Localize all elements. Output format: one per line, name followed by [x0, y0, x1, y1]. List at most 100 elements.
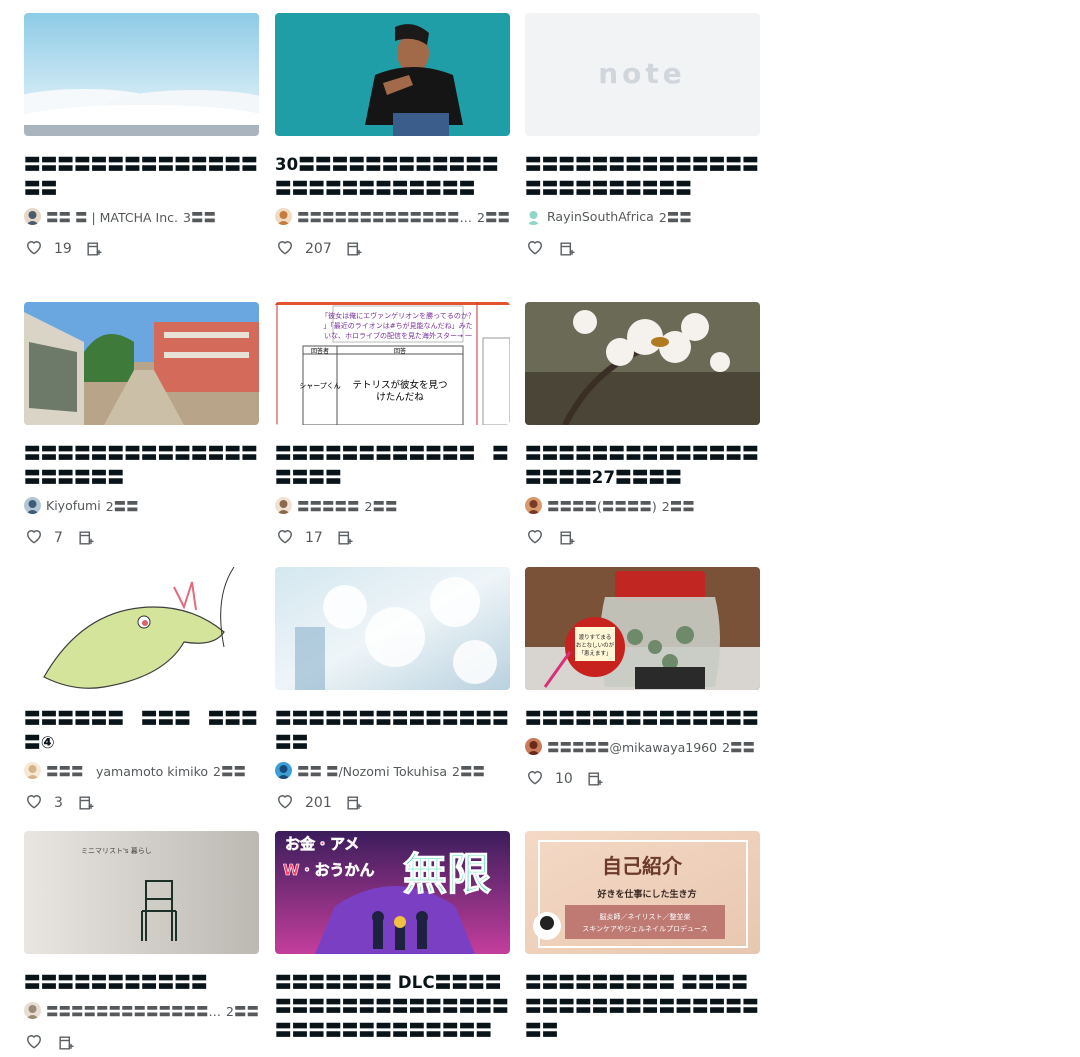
article-meta: 〓〓〓 yamamoto kimiko 2〓〓 [24, 760, 259, 780]
author-name[interactable]: 〓〓〓〓〓@mikawaya1960 [547, 737, 717, 756]
magazine-add-icon [344, 242, 364, 263]
author-name[interactable]: 〓〓〓〓〓〓〓〓〓〓〓〓〓〓〓〓 [46, 1001, 221, 1020]
article-card[interactable]: お金・アメ W・おうかん 無限 〓〓〓〓〓〓〓 DLC〓〓〓〓〓〓〓〓〓〓〓〓〓〓〓… [275, 831, 510, 1043]
avatar[interactable] [24, 207, 41, 225]
article-title[interactable]: 〓〓〓〓〓〓〓〓〓〓〓〓〓〓〓〓〓〓27〓〓〓〓 [525, 442, 760, 490]
article-thumbnail[interactable]: 「彼女は俺にエヴァンゲリオンを勝ってるのか？ 」「最近のライオンは#ちが見能なんだ… [275, 302, 510, 425]
like-button[interactable] [275, 237, 295, 261]
article-thumbnail[interactable] [275, 13, 510, 136]
heart-icon [525, 767, 545, 791]
like-button[interactable] [24, 1031, 44, 1055]
author-name[interactable]: 〓〓〓〓〓 [297, 496, 360, 515]
add-to-magazine-button[interactable] [557, 528, 577, 548]
avatar[interactable] [525, 737, 542, 755]
article-thumbnail[interactable]: 自己紹介 好きを仕事にした生き方 脳炎師／ネイリスト／整並楽 スキンケアやジェルネイル… [525, 831, 760, 954]
article-thumbnail[interactable] [275, 567, 510, 690]
magazine-add-icon [76, 531, 96, 552]
article-card[interactable]: 〓〓〓〓〓〓〓〓〓〓〓〓〓〓〓〓 〓〓 〓 | MATCHA Inc. 3〓〓 … [24, 13, 259, 261]
article-thumbnail[interactable]: お金・アメ W・おうかん 無限 [275, 831, 510, 954]
heart-icon [275, 237, 295, 261]
add-to-magazine-button[interactable] [557, 239, 577, 259]
like-button[interactable] [525, 237, 545, 261]
svg-text:おとなしいのが: おとなしいのが [576, 641, 615, 649]
heart-icon [24, 1031, 44, 1055]
article-title[interactable]: 〓〓〓〓〓〓〓〓〓〓〓〓〓〓〓〓 [275, 707, 510, 755]
article-card[interactable]: 〓〓〓〓〓〓〓〓〓〓〓〓〓〓〓〓〓〓〓〓 Kiyofumi 2〓〓 7 [24, 302, 259, 550]
article-title[interactable]: 〓〓〓〓〓〓〓〓〓〓〓 [24, 971, 259, 995]
author-name[interactable]: 〓〓 〓 | MATCHA Inc. [46, 207, 178, 226]
article-card[interactable]: 〓〓〓〓〓〓〓〓〓〓〓〓〓〓〓〓〓〓27〓〓〓〓 〓〓〓〓(〓〓〓〓) 2〓〓 [525, 302, 760, 550]
add-to-magazine-button[interactable] [344, 793, 364, 813]
article-meta: 〓〓〓〓〓〓〓〓〓〓〓〓〓〓〓〓〓〓〓〓〓〓〓〓T... 2〓〓 [275, 206, 510, 226]
svg-text:W・おうかん: W・おうかん [283, 861, 375, 879]
post-age: 2〓〓 [722, 739, 756, 755]
add-to-magazine-button[interactable] [344, 239, 364, 259]
add-to-magazine-button[interactable] [585, 769, 605, 789]
article-thumbnail[interactable] [525, 302, 760, 425]
author-name[interactable]: 〓〓〓〓〓〓〓〓〓〓〓〓〓〓〓〓〓〓〓〓〓〓〓〓T... [297, 207, 472, 226]
article-title[interactable]: 〓〓〓〓〓〓 〓〓〓 〓〓〓〓④ [24, 707, 259, 755]
article-thumbnail[interactable] [24, 567, 259, 690]
article-title[interactable]: 〓〓〓〓〓〓〓〓〓〓〓〓 〓〓〓〓〓 [275, 442, 510, 490]
avatar[interactable] [525, 496, 542, 514]
article-card[interactable]: 〓〓〓〓〓〓 〓〓〓 〓〓〓〓④ 〓〓〓 yamamoto kimiko 2〓〓… [24, 567, 259, 815]
like-button[interactable] [525, 526, 545, 550]
avatar[interactable] [24, 761, 41, 779]
add-to-magazine-button[interactable] [56, 1033, 76, 1053]
author-name[interactable]: 〓〓〓〓(〓〓〓〓) [547, 496, 657, 515]
author-name[interactable]: 〓〓〓 yamamoto kimiko [46, 761, 208, 780]
article-title[interactable]: 〓〓〓〓〓〓〓〓〓〓〓〓〓〓〓〓〓〓〓〓〓〓〓〓 [525, 153, 760, 201]
svg-text:回答: 回答 [394, 347, 406, 355]
author-name[interactable]: 〓〓 〓/Nozomi Tokuhisa [297, 761, 447, 780]
avatar[interactable] [275, 207, 292, 225]
article-title[interactable]: 〓〓〓〓〓〓〓〓〓〓〓〓〓〓〓〓 [24, 153, 259, 201]
avatar[interactable] [24, 1001, 41, 1019]
magazine-add-icon [76, 796, 96, 817]
article-card[interactable]: ミニマリスト's 暮らし 〓〓〓〓〓〓〓〓〓〓〓 〓〓〓〓〓〓〓〓〓〓〓〓〓〓〓… [24, 831, 259, 1055]
article-title[interactable]: 30〓〓〓〓〓〓〓〓〓〓〓〓〓〓〓〓〓〓〓〓〓〓〓〓 [275, 153, 510, 201]
article-thumbnail[interactable]: note [525, 13, 760, 136]
article-title[interactable]: 〓〓〓〓〓〓〓〓〓 〓〓〓〓〓〓〓〓〓〓〓〓〓〓〓〓〓〓〓〓 [525, 971, 760, 1043]
svg-text:お金・アメ: お金・アメ [285, 835, 359, 853]
add-to-magazine-button[interactable] [76, 528, 96, 548]
like-button[interactable] [24, 526, 44, 550]
like-button[interactable] [525, 767, 545, 791]
article-title[interactable]: 〓〓〓〓〓〓〓 DLC〓〓〓〓〓〓〓〓〓〓〓〓〓〓〓〓〓〓〓〓〓〓〓〓〓〓〓〓〓… [275, 971, 510, 1043]
article-card[interactable]: 30〓〓〓〓〓〓〓〓〓〓〓〓〓〓〓〓〓〓〓〓〓〓〓〓 〓〓〓〓〓〓〓〓〓〓〓〓〓… [275, 13, 510, 261]
add-to-magazine-button[interactable] [335, 528, 355, 548]
like-button[interactable] [275, 791, 295, 815]
article-title[interactable]: 〓〓〓〓〓〓〓〓〓〓〓〓〓〓〓〓〓〓〓〓 [24, 442, 259, 490]
article-meta: 〓〓 〓 | MATCHA Inc. 3〓〓 [24, 206, 259, 226]
article-meta: 〓〓 〓/Nozomi Tokuhisa 2〓〓 [275, 760, 510, 780]
article-thumbnail[interactable]: 渡りすてまる おとなしいのが 「恵えます」 [525, 567, 760, 690]
article-card[interactable]: note 〓〓〓〓〓〓〓〓〓〓〓〓〓〓〓〓〓〓〓〓〓〓〓〓 RayinSouth… [525, 13, 760, 261]
article-card[interactable]: 自己紹介 好きを仕事にした生き方 脳炎師／ネイリスト／整並楽 スキンケアやジェルネイル… [525, 831, 760, 1043]
magazine-add-icon [557, 242, 577, 263]
article-thumbnail[interactable] [24, 302, 259, 425]
article-actions: 7 [24, 526, 259, 550]
add-to-magazine-button[interactable] [84, 239, 104, 259]
article-title[interactable]: 〓〓〓〓〓〓〓〓〓〓〓〓〓〓 [525, 707, 760, 731]
avatar[interactable] [525, 207, 542, 225]
like-button[interactable] [24, 791, 44, 815]
author-name[interactable]: Kiyofumi [46, 498, 101, 513]
avatar[interactable] [24, 496, 41, 514]
post-age: 2〓〓 [364, 498, 398, 514]
like-button[interactable] [24, 237, 44, 261]
like-button[interactable] [275, 526, 295, 550]
avatar[interactable] [275, 761, 292, 779]
article-thumbnail[interactable]: ミニマリスト's 暮らし [24, 831, 259, 954]
article-meta: RayinSouthAfrica 2〓〓 [525, 206, 760, 226]
article-card[interactable]: 「彼女は俺にエヴァンゲリオンを勝ってるのか？ 」「最近のライオンは#ちが見能なんだ… [275, 302, 510, 550]
magazine-add-icon [557, 531, 577, 552]
article-card[interactable]: 渡りすてまる おとなしいのが 「恵えます」 〓〓〓〓〓〓〓〓〓〓〓〓〓〓 〓〓〓〓〓… [525, 567, 760, 791]
heart-icon [275, 526, 295, 550]
author-name[interactable]: RayinSouthAfrica [547, 209, 654, 224]
svg-text:シャープくん: シャープくん [299, 382, 341, 390]
post-age: 2〓〓 [452, 763, 485, 779]
add-to-magazine-button[interactable] [76, 793, 96, 813]
article-thumbnail[interactable] [24, 13, 259, 136]
svg-text:ミニマリスト's 暮らし: ミニマリスト's 暮らし [81, 846, 152, 855]
avatar[interactable] [275, 496, 292, 514]
article-card[interactable]: 〓〓〓〓〓〓〓〓〓〓〓〓〓〓〓〓 〓〓 〓/Nozomi Tokuhisa 2〓… [275, 567, 510, 815]
